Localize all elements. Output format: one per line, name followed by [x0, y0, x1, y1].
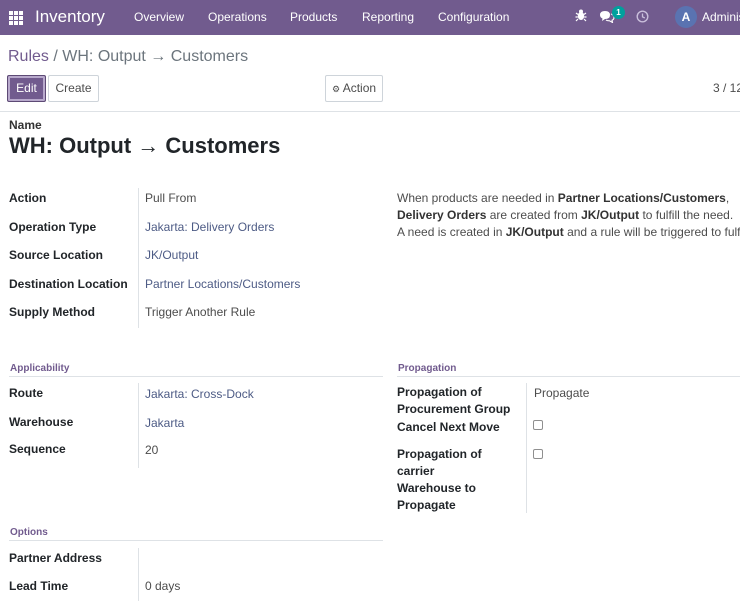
propagation-section-title: Propagation — [398, 363, 457, 374]
main-fields-divider — [138, 188, 139, 328]
menu-overview[interactable]: Overview — [134, 10, 184, 24]
user-menu-name[interactable]: Adminis — [702, 10, 740, 24]
breadcrumb: Rules / WH: Output → Customers — [8, 48, 248, 66]
propagation-carrier-checkbox[interactable] — [533, 449, 543, 459]
menu-products[interactable]: Products — [290, 10, 337, 24]
destination-location-label: Destination Location — [9, 277, 128, 291]
breadcrumb-current: WH: Output → Customers — [62, 48, 249, 65]
breadcrumb-rules-link[interactable]: Rules — [8, 48, 49, 65]
messages-badge: 1 — [612, 6, 625, 19]
applicability-section-title: Applicability — [10, 363, 70, 374]
action-label: Action — [9, 191, 47, 205]
rule-name-title: WH: Output → Customers — [9, 133, 281, 158]
lead-time-label: Lead Time — [9, 579, 69, 593]
action-button[interactable]: ⚙ Action — [325, 75, 383, 102]
help-line-3: A need is created in JK/Output and a rul… — [397, 225, 740, 239]
warehouse-to-propagate-label: Warehouse to Propagate — [397, 481, 476, 512]
operation-type-label: Operation Type — [9, 220, 97, 234]
warehouse-label: Warehouse — [9, 415, 74, 429]
user-avatar[interactable]: A — [675, 6, 697, 28]
propagation-procurement-group-label: Propagation of Procurement Group — [397, 385, 511, 416]
warehouse-link[interactable]: Jakarta — [145, 416, 184, 430]
help-line-2: Delivery Orders are created from JK/Outp… — [397, 208, 734, 222]
cancel-next-move-checkbox[interactable] — [533, 420, 543, 430]
supply-method-label: Supply Method — [9, 305, 95, 319]
clock-icon[interactable] — [636, 10, 649, 26]
edit-button[interactable]: Edit — [7, 75, 46, 102]
propagation-carrier-label: Propagation of carrier — [397, 447, 482, 478]
sequence-value: 20 — [145, 443, 159, 457]
top-navbar: Inventory Overview Operations Products R… — [0, 0, 740, 35]
apps-menu-icon[interactable] — [9, 11, 23, 25]
name-label: Name — [9, 118, 42, 132]
breadcrumb-separator: / — [53, 48, 58, 65]
route-link[interactable]: Jakarta: Cross-Dock — [145, 387, 254, 401]
options-section-title: Options — [10, 527, 48, 538]
procurement-group-select[interactable]: Propagate — [534, 386, 589, 400]
control-panel-divider — [0, 111, 740, 112]
route-label: Route — [9, 386, 43, 400]
applicability-separator — [9, 376, 383, 377]
options-fields-divider — [138, 548, 139, 601]
action-button-label: Action — [342, 81, 377, 95]
source-location-label: Source Location — [9, 248, 104, 262]
menu-operations[interactable]: Operations — [208, 10, 267, 24]
action-value: Pull From — [145, 191, 197, 205]
app-brand[interactable]: Inventory — [35, 7, 105, 27]
propagation-separator — [397, 376, 740, 377]
bug-icon[interactable] — [575, 8, 587, 25]
applicability-fields-divider — [138, 383, 139, 468]
source-location-link[interactable]: JK/Output — [145, 248, 198, 262]
partner-address-label: Partner Address — [9, 551, 102, 565]
create-button[interactable]: Create — [48, 75, 99, 102]
destination-location-link[interactable]: Partner Locations/Customers — [145, 277, 300, 291]
supply-method-value: Trigger Another Rule — [145, 305, 256, 319]
propagation-fields-divider — [526, 383, 527, 513]
menu-configuration[interactable]: Configuration — [438, 10, 509, 24]
sequence-label: Sequence — [9, 442, 66, 456]
operation-type-link[interactable]: Jakarta: Delivery Orders — [145, 220, 274, 234]
help-line-1: When products are needed in Partner Loca… — [397, 191, 730, 205]
pager-counter[interactable]: 3 / 12 — [713, 81, 740, 95]
cancel-next-move-label: Cancel Next Move — [397, 420, 500, 434]
options-separator — [9, 540, 383, 541]
gear-icon: ⚙ — [331, 84, 341, 94]
rule-help-text: When products are needed in Partner Loca… — [397, 190, 740, 241]
menu-reporting[interactable]: Reporting — [362, 10, 414, 24]
lead-time-value: 0 days — [145, 579, 181, 593]
